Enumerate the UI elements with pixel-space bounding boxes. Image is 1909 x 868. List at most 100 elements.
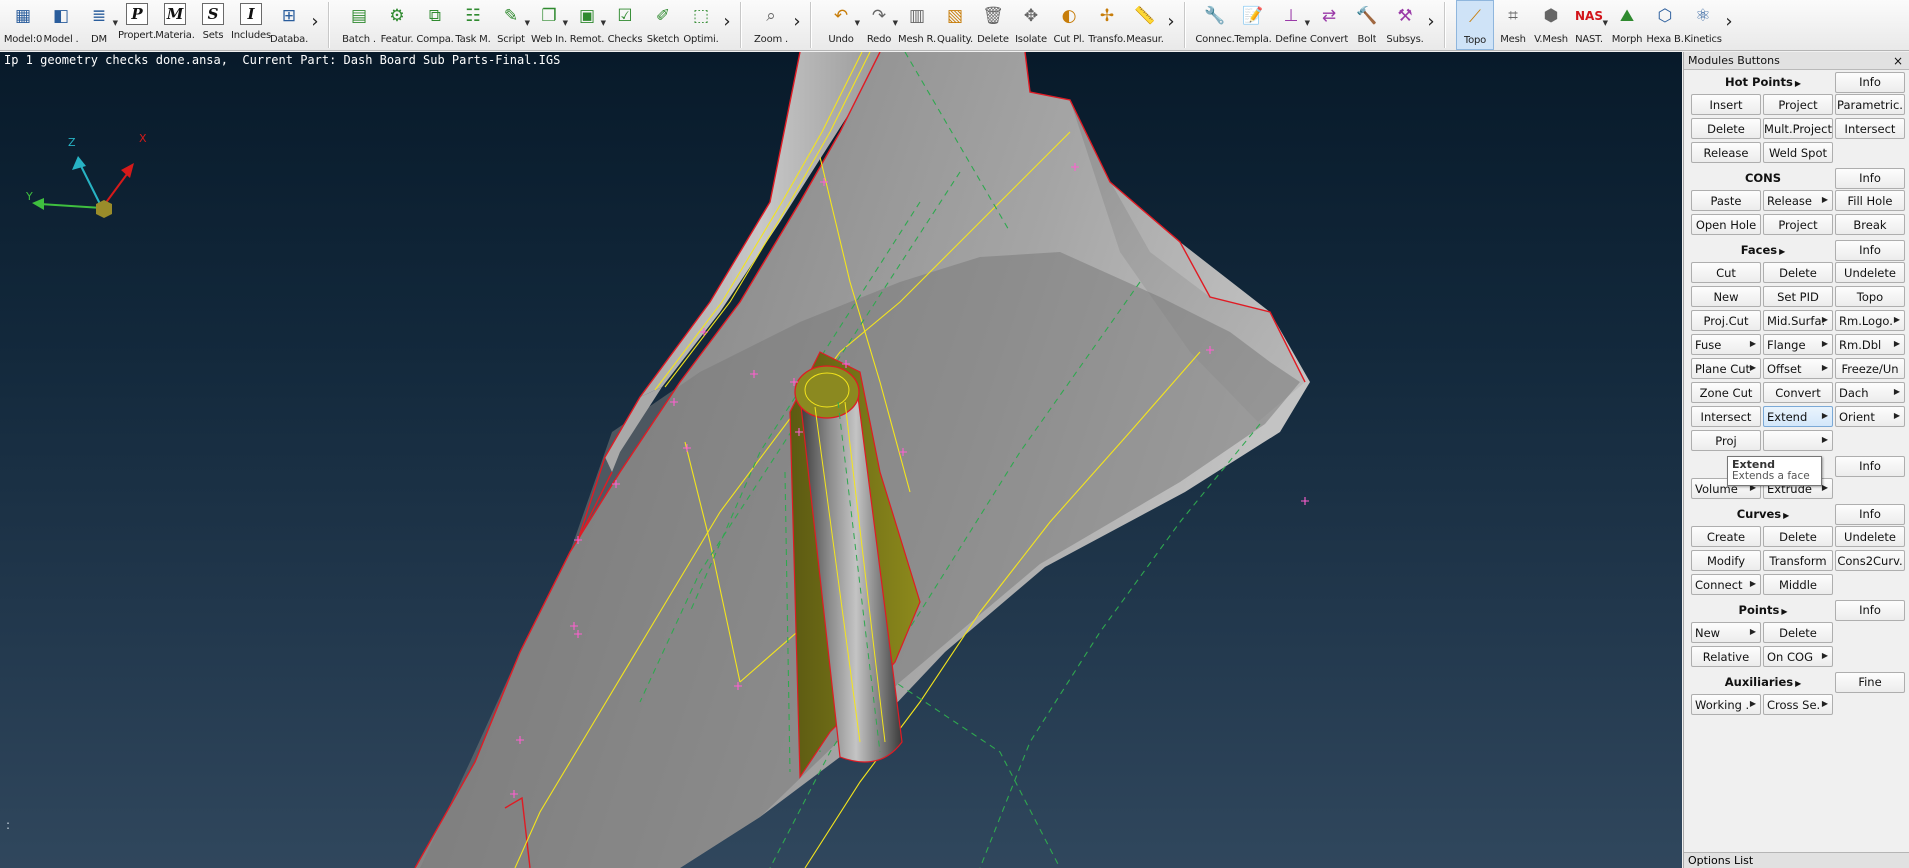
set-pid-button[interactable]: Set PID: [1763, 286, 1833, 307]
toolbar-more-chevron-icon[interactable]: ›: [1164, 0, 1178, 50]
toolbar-button-model[interactable]: ◧ Model .: [42, 0, 80, 50]
create-button[interactable]: Create: [1691, 526, 1761, 547]
undelete-button[interactable]: Undelete: [1835, 526, 1905, 547]
relative-button[interactable]: Relative: [1691, 646, 1761, 667]
toolbar-button-includes[interactable]: I Includes: [231, 0, 271, 50]
toolbar-button-hexa-b[interactable]: ⬡ Hexa B.: [1646, 0, 1684, 50]
toolbar-button-isolate[interactable]: ✥ Isolate: [1012, 0, 1050, 50]
project-button[interactable]: Project: [1763, 214, 1833, 235]
project-button[interactable]: Project: [1763, 94, 1833, 115]
toolbar-button-define[interactable]: ⊥ Define ▼: [1272, 0, 1310, 50]
toolbar-button-convert[interactable]: ⇄ Convert: [1310, 0, 1348, 50]
plane-cut-button[interactable]: Plane Cut ▶: [1691, 358, 1761, 379]
proj-button[interactable]: Proj: [1691, 430, 1761, 451]
on-cog-button[interactable]: On COG ▶: [1763, 646, 1833, 667]
toolbar-button-measur[interactable]: 📏 Measur.: [1126, 0, 1164, 50]
proj-cut-button[interactable]: Proj.Cut: [1691, 310, 1761, 331]
section-title[interactable]: Faces ▶: [1691, 243, 1835, 257]
freeze-un-button[interactable]: Freeze/Un: [1835, 358, 1905, 379]
extend-button[interactable]: Extend ▶: [1763, 406, 1833, 427]
intersect-button[interactable]: Intersect: [1835, 118, 1905, 139]
geometry-scene[interactable]: [0, 52, 1682, 868]
toolbar-button-connec[interactable]: 🔧 Connec.: [1195, 0, 1234, 50]
transform-button[interactable]: Transform: [1763, 550, 1833, 571]
section-points-info-button[interactable]: Info: [1835, 599, 1905, 621]
toolbar-button-batch[interactable]: ▤ Batch .: [340, 0, 378, 50]
options-list-bar[interactable]: Options List: [1684, 852, 1909, 868]
section-title[interactable]: Curves ▶: [1691, 507, 1835, 521]
toolbar-button-delete[interactable]: 🗑 Delete: [974, 0, 1012, 50]
undelete-button[interactable]: Undelete: [1835, 262, 1905, 283]
dach-button[interactable]: Dach ▶: [1835, 382, 1905, 403]
convert-button[interactable]: Convert: [1763, 382, 1833, 403]
intersect-button[interactable]: Intersect: [1691, 406, 1761, 427]
weld-spot-button[interactable]: Weld Spot: [1763, 142, 1833, 163]
insert-button[interactable]: Insert: [1691, 94, 1761, 115]
connect-button[interactable]: Connect ▶: [1691, 574, 1761, 595]
release-button[interactable]: Release: [1691, 142, 1761, 163]
toolbar-more-chevron-icon[interactable]: ›: [308, 0, 322, 50]
section-title[interactable]: CONS: [1691, 171, 1835, 185]
toolbar-button-sets[interactable]: S Sets: [194, 0, 232, 50]
section-auxiliaries-fine-button[interactable]: Fine: [1835, 671, 1905, 693]
delete-button[interactable]: Delete: [1763, 622, 1833, 643]
toolbar-button-morph[interactable]: ⛰ Morph: [1608, 0, 1646, 50]
toolbar-button-nast[interactable]: NAS NAST. ▼: [1570, 0, 1608, 50]
section-title[interactable]: Points ▶: [1691, 603, 1835, 617]
cut-button[interactable]: Cut: [1691, 262, 1761, 283]
middle-button[interactable]: Middle: [1763, 574, 1833, 595]
working-button[interactable]: Working . ▶: [1691, 694, 1761, 715]
paste-button[interactable]: Paste: [1691, 190, 1761, 211]
zone-cut-button[interactable]: Zone Cut: [1691, 382, 1761, 403]
tube-top-cap[interactable]: [794, 365, 860, 419]
delete-button[interactable]: Delete: [1763, 526, 1833, 547]
toolbar-button-quality[interactable]: ▧ Quality.: [936, 0, 974, 50]
rm-dbl-button[interactable]: Rm.Dbl ▶: [1835, 334, 1905, 355]
toolbar-more-chevron-icon[interactable]: ›: [720, 0, 734, 50]
toolbar-button-v-mesh[interactable]: ⬢ V.Mesh: [1532, 0, 1570, 50]
toolbar-button-transfo[interactable]: ✢ Transfo.: [1088, 0, 1126, 50]
toolbar-button-materia[interactable]: M Materia.: [155, 0, 195, 50]
toolbar-button-redo[interactable]: ↷ Redo ▼: [860, 0, 898, 50]
toolbar-button-optimi[interactable]: ⬚ Optimi.: [682, 0, 720, 50]
toolbar-button-bolt[interactable]: 🔨 Bolt: [1348, 0, 1386, 50]
cons2curv-button[interactable]: Cons2Curv.: [1835, 550, 1905, 571]
toolbar-button-dm[interactable]: ≣ DM ▼: [80, 0, 118, 50]
toolbar-button-mesh-r[interactable]: ▥ Mesh R.: [898, 0, 936, 50]
section-curves-info-button[interactable]: Info: [1835, 503, 1905, 525]
fill-hole-button[interactable]: Fill Hole: [1835, 190, 1905, 211]
flange-button[interactable]: Flange ▶: [1763, 334, 1833, 355]
section-title[interactable]: Auxiliaries ▶: [1691, 675, 1835, 689]
section-hot-points-info-button[interactable]: Info: [1835, 71, 1905, 93]
fuse-button[interactable]: Fuse ▶: [1691, 334, 1761, 355]
toolbar-button-topo[interactable]: ⟋ Topo: [1456, 0, 1494, 50]
toolbar-button-databa[interactable]: ⊞ Databa.: [270, 0, 308, 50]
new-button[interactable]: New: [1691, 286, 1761, 307]
rm-logo-button[interactable]: Rm.Logo. ▶: [1835, 310, 1905, 331]
orient-button[interactable]: Orient ▶: [1835, 406, 1905, 427]
close-icon[interactable]: ×: [1891, 54, 1905, 68]
mult-project-button[interactable]: Mult.Project: [1763, 118, 1833, 139]
toolbar-button-web-in[interactable]: ❐ Web In. ▼: [530, 0, 568, 50]
toolbar-button-propert[interactable]: P Propert.: [118, 0, 156, 50]
release-button[interactable]: Release ▶: [1763, 190, 1833, 211]
delete-button[interactable]: Delete: [1691, 118, 1761, 139]
toolbar-button-zoom[interactable]: ⌕ Zoom .: [752, 0, 790, 50]
section-surfaces-info-button[interactable]: Info: [1835, 455, 1905, 477]
break-button[interactable]: Break: [1835, 214, 1905, 235]
toolbar-button-subsys[interactable]: ⚒ Subsys.: [1386, 0, 1424, 50]
topo-button[interactable]: Topo: [1835, 286, 1905, 307]
parametric-button[interactable]: Parametric.: [1835, 94, 1905, 115]
toolbar-button-task-m[interactable]: ☷ Task M.: [454, 0, 492, 50]
offset-button[interactable]: Offset ▶: [1763, 358, 1833, 379]
toolbar-button-checks[interactable]: ☑ Checks: [606, 0, 644, 50]
toolbar-button-kinetics[interactable]: ⚛ Kinetics: [1684, 0, 1722, 50]
toolbar-button-cut-pl[interactable]: ◐ Cut Pl.: [1050, 0, 1088, 50]
toolbar-button-remot[interactable]: ▣ Remot. ▼: [568, 0, 606, 50]
toolbar-button-undo[interactable]: ↶ Undo ▼: [822, 0, 860, 50]
toolbar-button-script[interactable]: ✎ Script ▼: [492, 0, 530, 50]
toolbar-more-chevron-icon[interactable]: ›: [1722, 0, 1736, 50]
toolbar-more-chevron-icon[interactable]: ›: [1424, 0, 1438, 50]
toolbar-button-sketch[interactable]: ✐ Sketch: [644, 0, 682, 50]
section-faces-info-button[interactable]: Info: [1835, 239, 1905, 261]
